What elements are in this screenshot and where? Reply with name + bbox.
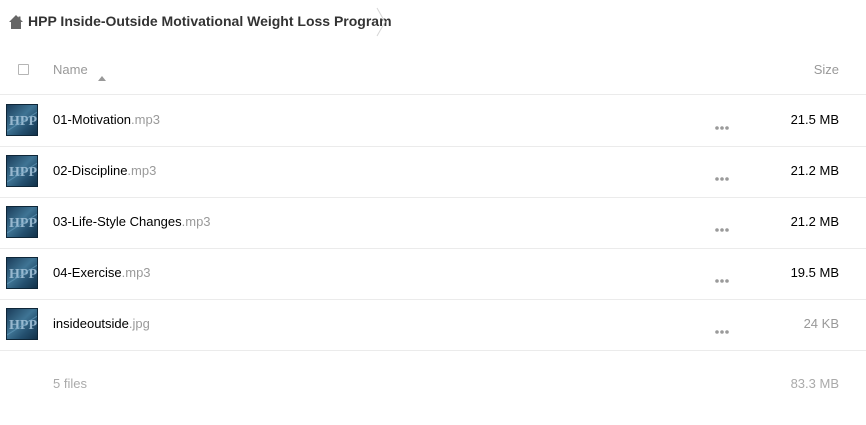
more-options-icon[interactable]: [714, 220, 730, 232]
file-thumbnail[interactable]: HPP: [6, 257, 38, 289]
file-name[interactable]: 03-Life-Style Changes.mp3: [53, 214, 211, 229]
file-size: 21.5 MB: [790, 112, 839, 127]
breadcrumb: HPP Inside-Outside Motivational Weight L…: [0, 0, 866, 44]
file-count: 5 files: [53, 376, 87, 391]
file-list-summary: 5 files 83.3 MB: [0, 352, 866, 412]
file-extension: .mp3: [127, 163, 157, 178]
home-icon[interactable]: [8, 14, 24, 30]
more-options-icon[interactable]: [714, 271, 730, 283]
file-row[interactable]: HPP 04-Exercise.mp3 19.5 MB: [0, 248, 866, 300]
more-options-icon[interactable]: [714, 169, 730, 181]
file-thumbnail[interactable]: HPP: [6, 206, 38, 238]
total-size: 83.3 MB: [790, 376, 839, 391]
file-row[interactable]: HPP insideoutside.jpg 24 KB: [0, 299, 866, 351]
file-name[interactable]: insideoutside.jpg: [53, 316, 150, 331]
select-all-checkbox[interactable]: [18, 64, 29, 75]
file-name[interactable]: 04-Exercise.mp3: [53, 265, 151, 280]
file-row[interactable]: HPP 03-Life-Style Changes.mp3 21.2 MB: [0, 197, 866, 249]
file-size: 19.5 MB: [790, 265, 839, 280]
more-options-icon[interactable]: [714, 118, 730, 130]
file-row[interactable]: HPP 01-Motivation.mp3 21.5 MB: [0, 95, 866, 147]
file-basename: 02-Discipline: [53, 163, 128, 178]
file-size: 21.2 MB: [790, 214, 839, 229]
file-list-header: Name Size: [0, 44, 866, 95]
file-size: 24 KB: [803, 316, 839, 331]
file-basename: 04-Exercise: [53, 265, 122, 280]
file-name[interactable]: 01-Motivation.mp3: [53, 112, 160, 127]
file-basename: 03-Life-Style Changes: [53, 214, 182, 229]
file-extension: .mp3: [131, 112, 160, 127]
breadcrumb-folder-title[interactable]: HPP Inside-Outside Motivational Weight L…: [28, 13, 392, 29]
file-extension: .mp3: [181, 214, 211, 229]
name-column-header[interactable]: Name: [53, 62, 88, 77]
file-thumbnail[interactable]: HPP: [6, 104, 38, 136]
size-column-header[interactable]: Size: [814, 62, 839, 77]
file-thumbnail[interactable]: HPP: [6, 308, 38, 340]
file-basename: insideoutside: [53, 316, 129, 331]
breadcrumb-separator-icon: [374, 6, 388, 38]
file-thumbnail[interactable]: HPP: [6, 155, 38, 187]
file-extension: .mp3: [121, 265, 151, 280]
file-extension: .jpg: [128, 316, 150, 331]
file-name[interactable]: 02-Discipline.mp3: [53, 163, 156, 178]
sort-ascending-icon[interactable]: [98, 68, 106, 81]
more-options-icon[interactable]: [714, 322, 730, 334]
file-size: 21.2 MB: [790, 163, 839, 178]
file-row[interactable]: HPP 02-Discipline.mp3 21.2 MB: [0, 146, 866, 198]
file-basename: 01-Motivation: [53, 112, 132, 127]
